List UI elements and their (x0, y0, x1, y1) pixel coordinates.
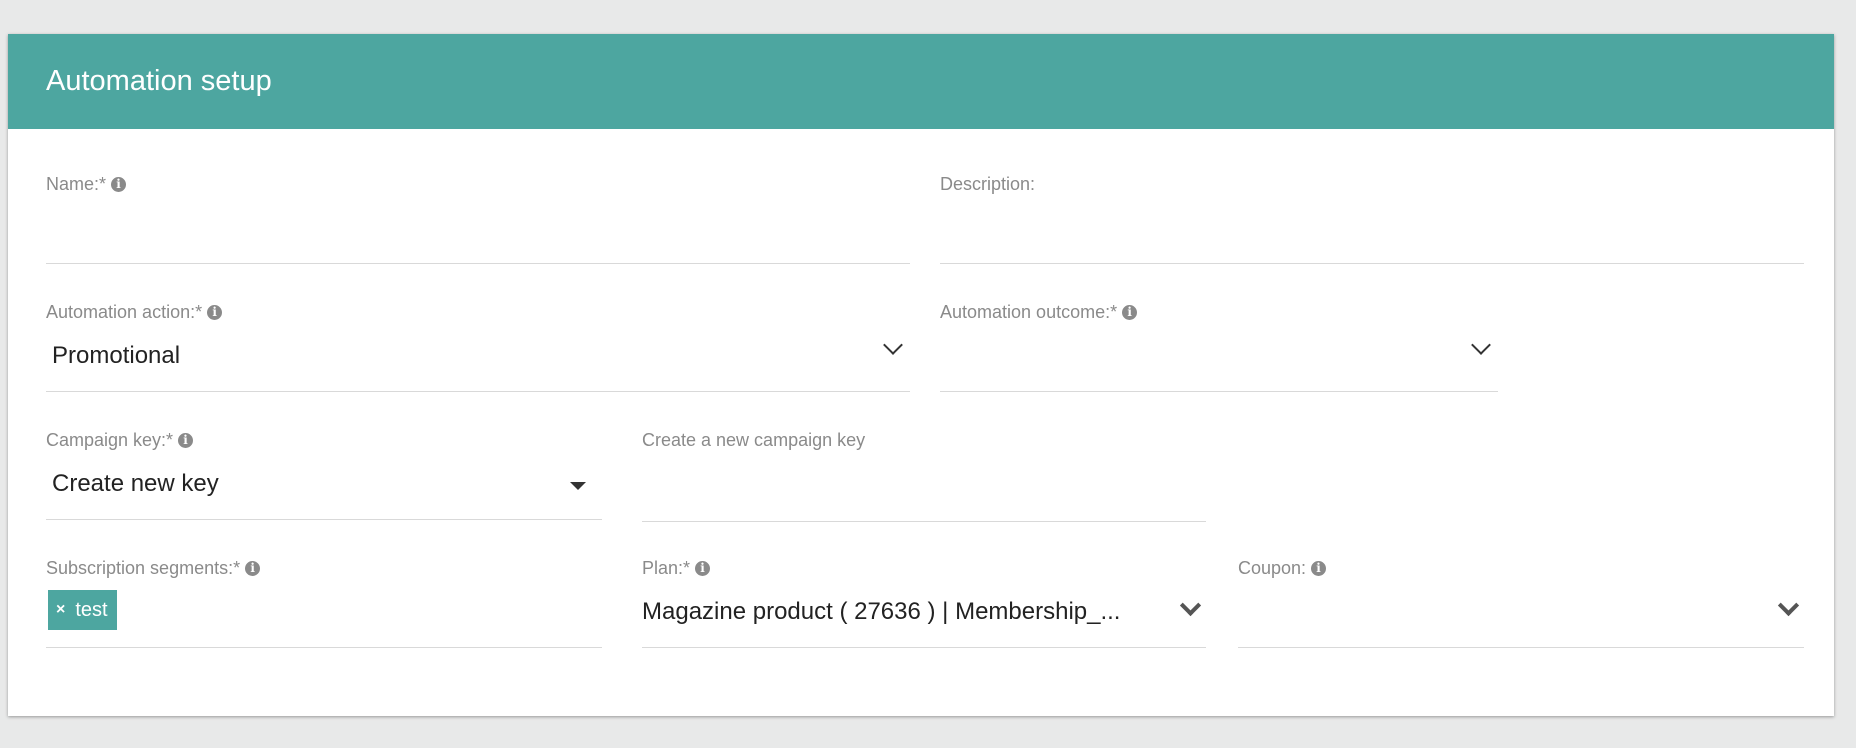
plan-select[interactable]: Plan:* i Magazine product ( 27636 ) | Me… (642, 558, 1206, 648)
name-input[interactable] (46, 218, 910, 260)
coupon-label: Coupon: (1238, 558, 1307, 578)
coupon-select[interactable]: Coupon: i (1238, 558, 1804, 648)
automation-action-select[interactable]: Automation action:* i Promotional (46, 302, 910, 392)
caret-down-icon[interactable] (570, 482, 586, 490)
description-underline (940, 263, 1804, 264)
description-field[interactable]: Description: (940, 174, 1804, 264)
automation-outcome-select[interactable]: Automation outcome:* i (940, 302, 1498, 392)
plan-label: Plan:* (642, 558, 691, 578)
segment-tag-label: test (75, 598, 108, 621)
name-underline (46, 263, 910, 264)
info-icon[interactable]: i (245, 561, 261, 576)
campaign-key-select[interactable]: Campaign key:* i Create new key (46, 430, 602, 520)
chevron-down-icon[interactable] (1471, 335, 1491, 355)
chevron-down-icon[interactable] (883, 335, 903, 355)
name-label: Name:* (46, 174, 107, 194)
plan-value: Magazine product ( 27636 ) | Membership_… (642, 598, 1121, 625)
name-field[interactable]: Name:* i (46, 174, 910, 264)
info-icon[interactable]: i (111, 177, 127, 192)
chevron-down-icon[interactable] (1179, 594, 1202, 617)
subscription-segments-label: Subscription segments:* (46, 558, 241, 578)
info-icon[interactable]: i (1122, 305, 1138, 320)
campaign-key-label: Campaign key:* (46, 430, 174, 450)
automation-outcome-label: Automation outcome:* (940, 302, 1118, 322)
new-campaign-key-field[interactable]: Create a new campaign key (642, 430, 1206, 522)
info-icon[interactable]: i (207, 305, 223, 320)
card-header: Automation setup (8, 34, 1834, 129)
automation-action-label: Automation action:* (46, 302, 203, 322)
subscription-segments-field[interactable]: Subscription segments:* i × test (46, 558, 602, 648)
description-label: Description: (940, 174, 1036, 194)
page-title: Automation setup (46, 65, 272, 97)
remove-tag-icon[interactable]: × (56, 601, 65, 619)
description-input[interactable] (940, 218, 1804, 260)
info-icon[interactable]: i (695, 561, 711, 576)
new-campaign-key-input[interactable] (642, 476, 1206, 518)
automation-action-value: Promotional (52, 342, 181, 369)
chevron-down-icon[interactable] (1777, 594, 1800, 617)
segment-tag: × test (48, 590, 117, 630)
new-campaign-key-label: Create a new campaign key (642, 430, 866, 450)
campaign-key-value: Create new key (52, 470, 219, 497)
info-icon[interactable]: i (178, 433, 194, 448)
automation-setup-card: Automation setup Name:* i Description: A… (8, 34, 1834, 716)
info-icon[interactable]: i (1311, 561, 1327, 576)
